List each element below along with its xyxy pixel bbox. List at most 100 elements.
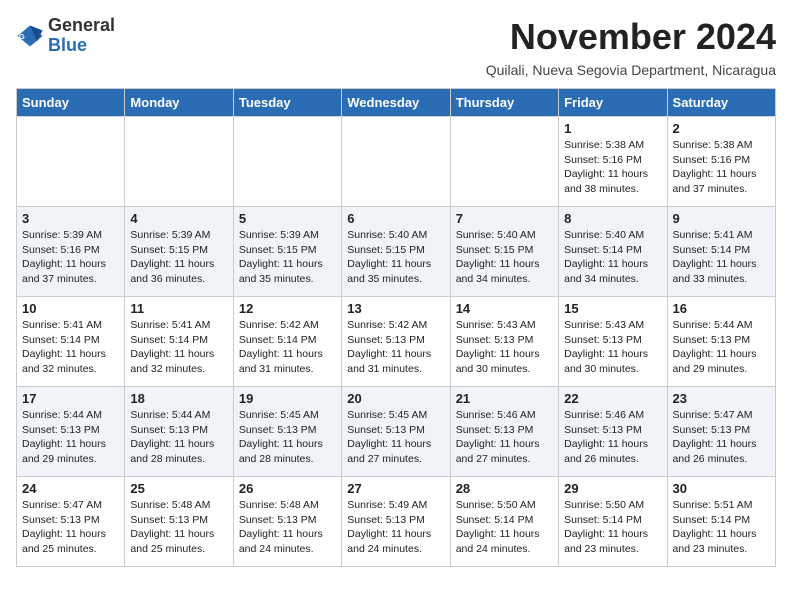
- day-info: Sunrise: 5:43 AM Sunset: 5:13 PM Dayligh…: [456, 318, 553, 377]
- calendar-cell: 20Sunrise: 5:45 AM Sunset: 5:13 PM Dayli…: [342, 387, 450, 477]
- column-header-wednesday: Wednesday: [342, 89, 450, 117]
- day-number: 25: [130, 481, 227, 496]
- day-number: 30: [673, 481, 770, 496]
- calendar-cell: 15 Sunrise: 5:43 AM Sunset: 5:13 PM Dayli…: [559, 297, 667, 387]
- column-header-friday: Friday: [559, 89, 667, 117]
- calendar-cell: 19Sunrise: 5:45 AM Sunset: 5:13 PM Dayli…: [233, 387, 341, 477]
- day-info: Sunrise: 5:38 AM Sunset: 5:16 PM Dayligh…: [673, 138, 770, 197]
- calendar-cell: 12 Sunrise: 5:42 AM Sunset: 5:14 PM Dayli…: [233, 297, 341, 387]
- calendar-cell: 25 Sunrise: 5:48 AM Sunset: 5:13 PM Dayli…: [125, 477, 233, 567]
- day-number: 7: [456, 211, 553, 226]
- day-info: Sunrise: 5:43 AM Sunset: 5:13 PM Dayligh…: [564, 318, 661, 377]
- day-number: 17: [22, 391, 119, 406]
- day-info: Sunrise: 5:40 AM Sunset: 5:15 PM Dayligh…: [347, 228, 444, 287]
- day-info: Sunrise: 5:44 AM Sunset: 5:13 PM Dayligh…: [22, 408, 119, 467]
- day-number: 5: [239, 211, 336, 226]
- calendar-cell: 9 Sunrise: 5:41 AM Sunset: 5:14 PM Daylig…: [667, 207, 775, 297]
- column-header-tuesday: Tuesday: [233, 89, 341, 117]
- day-info: Sunrise: 5:48 AM Sunset: 5:13 PM Dayligh…: [239, 498, 336, 557]
- calendar-cell: 24Sunrise: 5:47 AM Sunset: 5:13 PM Dayli…: [17, 477, 125, 567]
- calendar-cell: 29Sunrise: 5:50 AM Sunset: 5:14 PM Dayli…: [559, 477, 667, 567]
- calendar-cell: 7 Sunrise: 5:40 AM Sunset: 5:15 PM Daylig…: [450, 207, 558, 297]
- header-row: SundayMondayTuesdayWednesdayThursdayFrid…: [17, 89, 776, 117]
- day-number: 28: [456, 481, 553, 496]
- calendar-cell: 30 Sunrise: 5:51 AM Sunset: 5:14 PM Dayli…: [667, 477, 775, 567]
- calendar-cell: 17 Sunrise: 5:44 AM Sunset: 5:13 PM Dayli…: [17, 387, 125, 477]
- logo-blue: Blue: [48, 35, 87, 55]
- calendar-cell: [450, 117, 558, 207]
- page-header: G General Blue November 2024: [16, 16, 776, 58]
- calendar-cell: [125, 117, 233, 207]
- calendar-cell: 27Sunrise: 5:49 AM Sunset: 5:13 PM Dayli…: [342, 477, 450, 567]
- day-info: Sunrise: 5:42 AM Sunset: 5:14 PM Dayligh…: [239, 318, 336, 377]
- day-info: Sunrise: 5:49 AM Sunset: 5:13 PM Dayligh…: [347, 498, 444, 557]
- day-number: 23: [673, 391, 770, 406]
- logo: G General Blue: [16, 16, 115, 56]
- month-title: November 2024: [510, 16, 776, 58]
- day-info: Sunrise: 5:47 AM Sunset: 5:13 PM Dayligh…: [673, 408, 770, 467]
- calendar-cell: 26 Sunrise: 5:48 AM Sunset: 5:13 PM Dayli…: [233, 477, 341, 567]
- calendar-cell: 2 Sunrise: 5:38 AM Sunset: 5:16 PM Daylig…: [667, 117, 775, 207]
- day-number: 20: [347, 391, 444, 406]
- calendar-cell: 23 Sunrise: 5:47 AM Sunset: 5:13 PM Dayli…: [667, 387, 775, 477]
- calendar-cell: [342, 117, 450, 207]
- day-info: Sunrise: 5:45 AM Sunset: 5:13 PM Dayligh…: [239, 408, 336, 467]
- calendar-cell: 14 Sunrise: 5:43 AM Sunset: 5:13 PM Dayli…: [450, 297, 558, 387]
- day-number: 2: [673, 121, 770, 136]
- day-number: 22: [564, 391, 661, 406]
- day-number: 26: [239, 481, 336, 496]
- calendar-cell: 13Sunrise: 5:42 AM Sunset: 5:13 PM Dayli…: [342, 297, 450, 387]
- day-info: Sunrise: 5:46 AM Sunset: 5:13 PM Dayligh…: [456, 408, 553, 467]
- day-info: Sunrise: 5:39 AM Sunset: 5:15 PM Dayligh…: [130, 228, 227, 287]
- day-info: Sunrise: 5:48 AM Sunset: 5:13 PM Dayligh…: [130, 498, 227, 557]
- logo-text: General Blue: [48, 16, 115, 56]
- column-header-saturday: Saturday: [667, 89, 775, 117]
- column-header-thursday: Thursday: [450, 89, 558, 117]
- subtitle: Quilali, Nueva Segovia Department, Nicar…: [16, 62, 776, 78]
- calendar-cell: 3 Sunrise: 5:39 AM Sunset: 5:16 PM Daylig…: [17, 207, 125, 297]
- day-info: Sunrise: 5:39 AM Sunset: 5:15 PM Dayligh…: [239, 228, 336, 287]
- day-info: Sunrise: 5:41 AM Sunset: 5:14 PM Dayligh…: [22, 318, 119, 377]
- day-info: Sunrise: 5:51 AM Sunset: 5:14 PM Dayligh…: [673, 498, 770, 557]
- calendar-cell: 16 Sunrise: 5:44 AM Sunset: 5:13 PM Dayli…: [667, 297, 775, 387]
- day-info: Sunrise: 5:50 AM Sunset: 5:14 PM Dayligh…: [456, 498, 553, 557]
- day-info: Sunrise: 5:38 AM Sunset: 5:16 PM Dayligh…: [564, 138, 661, 197]
- calendar-cell: 5 Sunrise: 5:39 AM Sunset: 5:15 PM Daylig…: [233, 207, 341, 297]
- title-block: November 2024: [510, 16, 776, 58]
- week-row-1: 1 Sunrise: 5:38 AM Sunset: 5:16 PM Daylig…: [17, 117, 776, 207]
- day-number: 21: [456, 391, 553, 406]
- logo-general: General: [48, 15, 115, 35]
- calendar-cell: 8Sunrise: 5:40 AM Sunset: 5:14 PM Daylig…: [559, 207, 667, 297]
- day-number: 4: [130, 211, 227, 226]
- day-number: 12: [239, 301, 336, 316]
- calendar-cell: 10 Sunrise: 5:41 AM Sunset: 5:14 PM Dayli…: [17, 297, 125, 387]
- calendar-cell: 11 Sunrise: 5:41 AM Sunset: 5:14 PM Dayli…: [125, 297, 233, 387]
- day-number: 15: [564, 301, 661, 316]
- day-number: 14: [456, 301, 553, 316]
- day-info: Sunrise: 5:50 AM Sunset: 5:14 PM Dayligh…: [564, 498, 661, 557]
- day-info: Sunrise: 5:44 AM Sunset: 5:13 PM Dayligh…: [673, 318, 770, 377]
- calendar-cell: 4 Sunrise: 5:39 AM Sunset: 5:15 PM Daylig…: [125, 207, 233, 297]
- day-number: 18: [130, 391, 227, 406]
- day-number: 3: [22, 211, 119, 226]
- calendar-cell: [233, 117, 341, 207]
- calendar-cell: [17, 117, 125, 207]
- day-number: 9: [673, 211, 770, 226]
- day-number: 10: [22, 301, 119, 316]
- day-info: Sunrise: 5:41 AM Sunset: 5:14 PM Dayligh…: [673, 228, 770, 287]
- day-number: 8: [564, 211, 661, 226]
- day-number: 16: [673, 301, 770, 316]
- day-number: 24: [22, 481, 119, 496]
- column-header-sunday: Sunday: [17, 89, 125, 117]
- day-number: 1: [564, 121, 661, 136]
- day-info: Sunrise: 5:40 AM Sunset: 5:15 PM Dayligh…: [456, 228, 553, 287]
- week-row-3: 10 Sunrise: 5:41 AM Sunset: 5:14 PM Dayli…: [17, 297, 776, 387]
- day-info: Sunrise: 5:39 AM Sunset: 5:16 PM Dayligh…: [22, 228, 119, 287]
- week-row-4: 17 Sunrise: 5:44 AM Sunset: 5:13 PM Dayli…: [17, 387, 776, 477]
- day-info: Sunrise: 5:41 AM Sunset: 5:14 PM Dayligh…: [130, 318, 227, 377]
- calendar-cell: 6Sunrise: 5:40 AM Sunset: 5:15 PM Daylig…: [342, 207, 450, 297]
- column-header-monday: Monday: [125, 89, 233, 117]
- day-number: 11: [130, 301, 227, 316]
- calendar-cell: 18Sunrise: 5:44 AM Sunset: 5:13 PM Dayli…: [125, 387, 233, 477]
- day-number: 13: [347, 301, 444, 316]
